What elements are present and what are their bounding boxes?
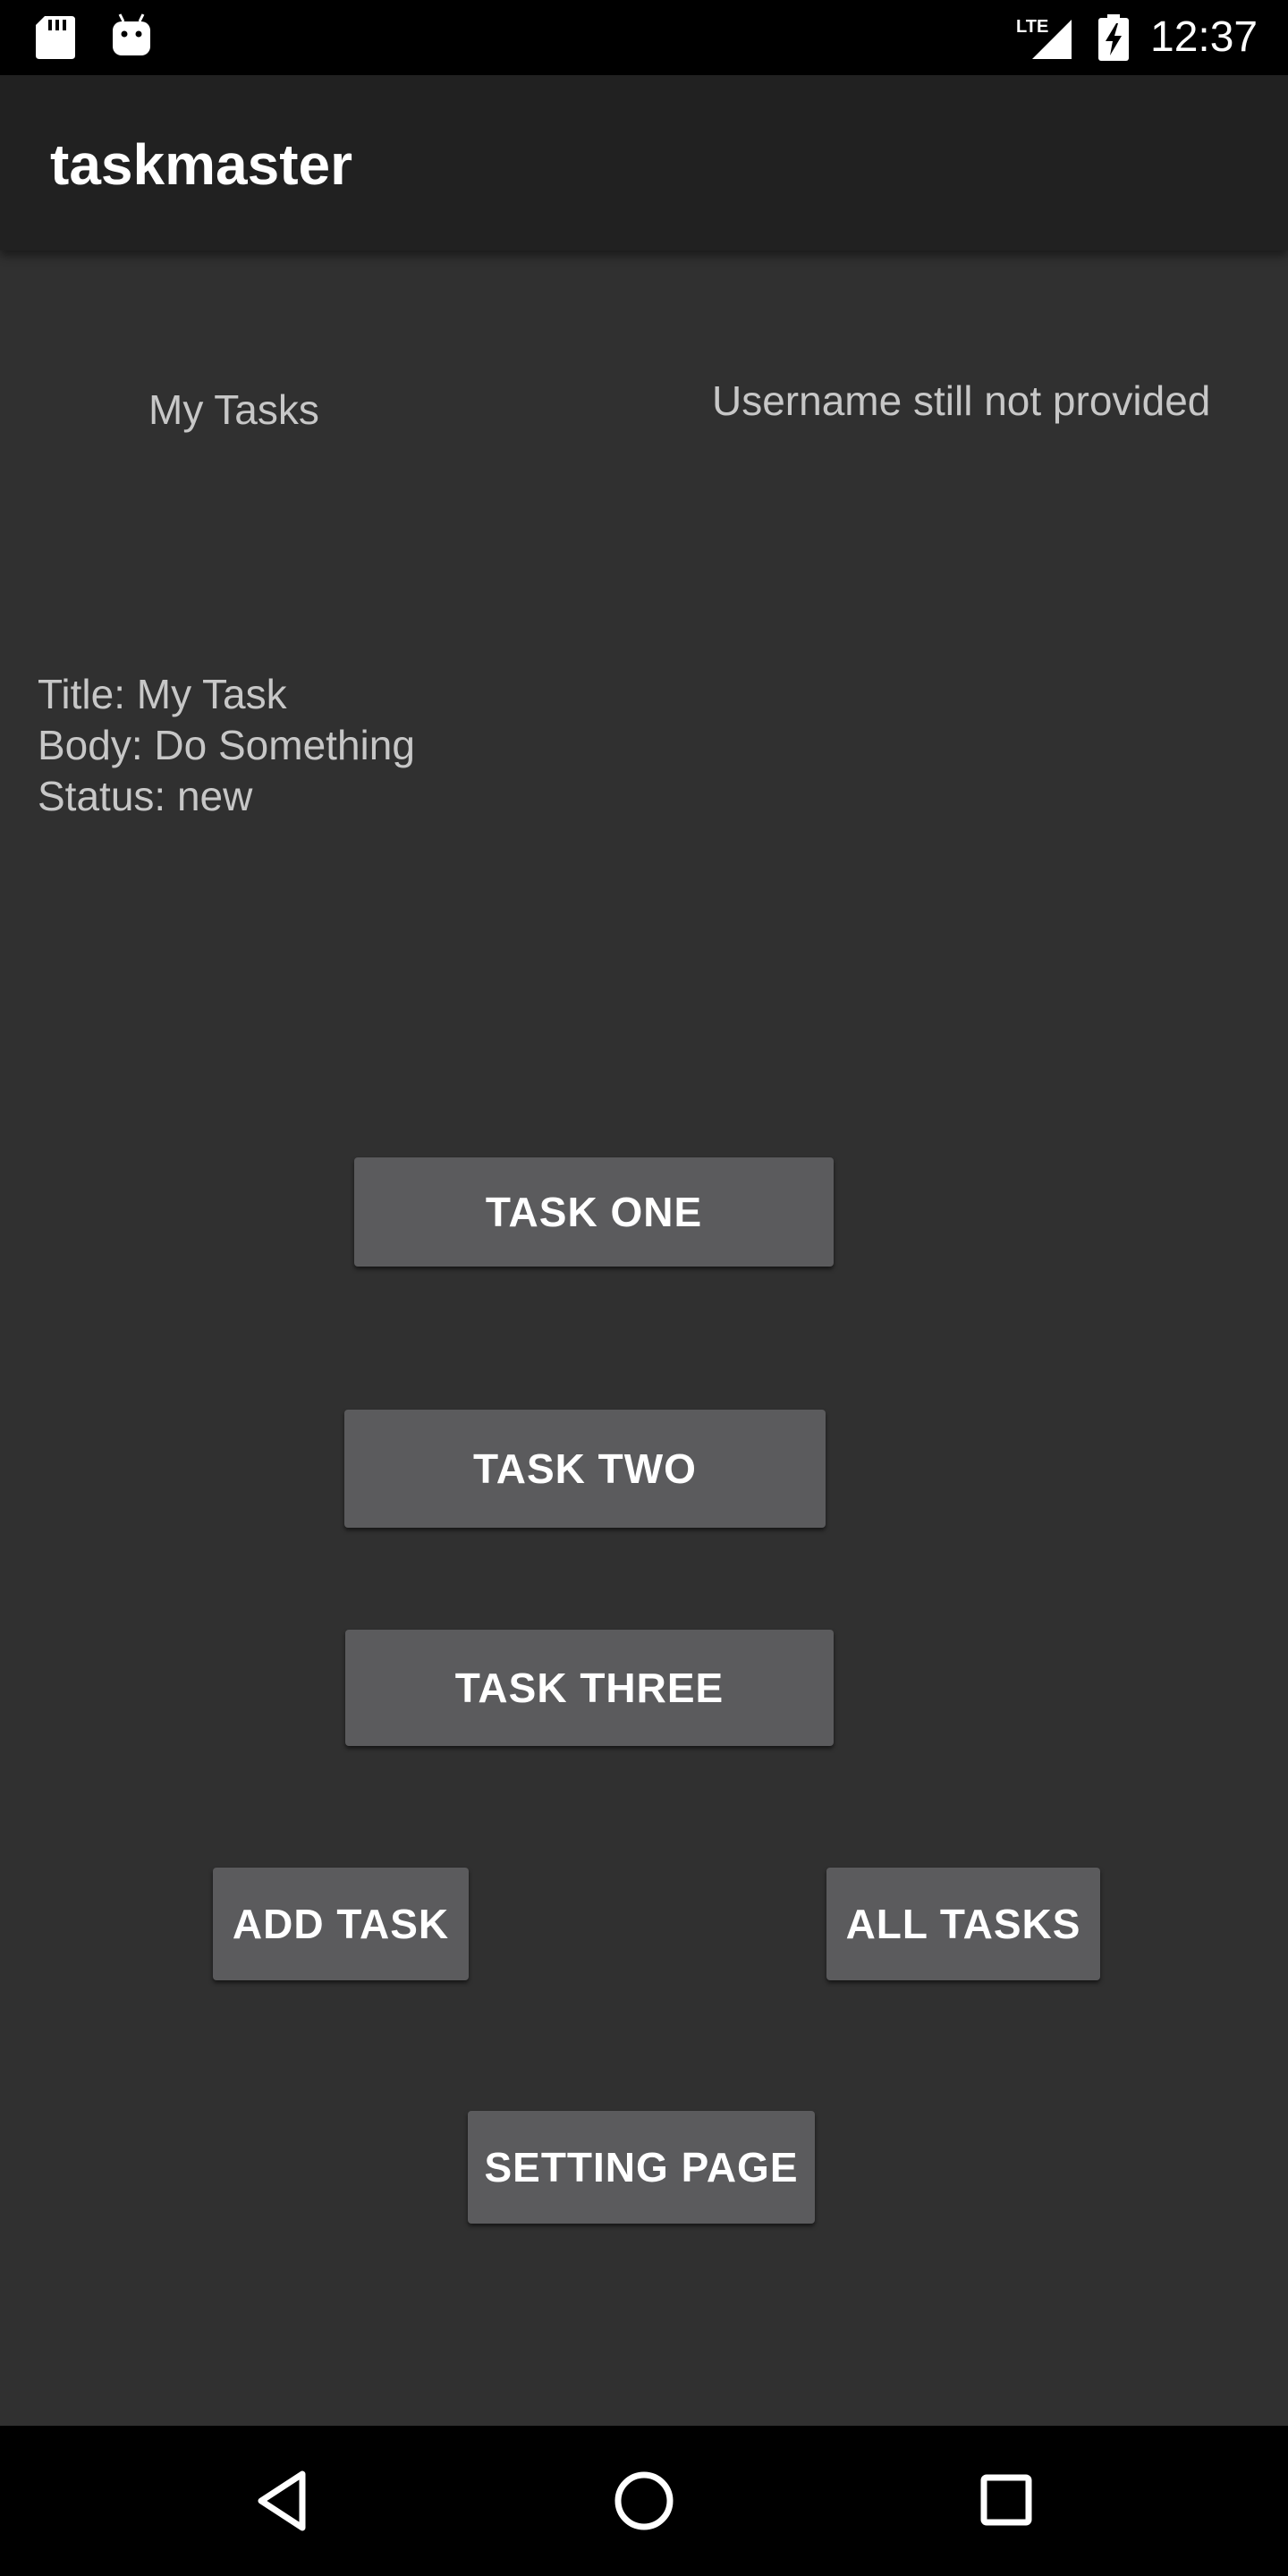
recent-apps-icon[interactable] [961,2456,1050,2546]
task-three-button[interactable]: TASK THREE [345,1630,834,1746]
app-title: taskmaster [50,132,352,197]
battery-charging-icon [1097,14,1131,61]
task-one-button[interactable]: TASK ONE [354,1157,834,1267]
status-bar: LTE 12:37 [0,0,1288,75]
back-icon[interactable] [238,2456,327,2546]
main-content: My Tasks Username still not provided Tit… [0,250,1288,2426]
clock: 12:37 [1150,13,1258,61]
home-icon[interactable] [599,2456,689,2546]
task-two-button[interactable]: TASK TWO [344,1410,826,1528]
signal-icon: LTE [1016,14,1073,61]
task-status-text: Status: new [38,773,253,819]
navigation-bar [0,2426,1288,2576]
android-icon [111,13,152,57]
app-bar: taskmaster [0,75,1288,250]
task-title-text: Title: My Task [38,671,287,717]
sd-card-icon [36,16,75,59]
setting-page-button[interactable]: SETTING PAGE [468,2111,815,2224]
page-heading: My Tasks [148,386,319,433]
all-tasks-button[interactable]: ALL TASKS [826,1868,1100,1980]
username-label: Username still not provided [712,377,1211,424]
task-body-text: Body: Do Something [38,722,415,768]
add-task-button[interactable]: ADD TASK [213,1868,469,1980]
network-label: LTE [1016,17,1048,37]
